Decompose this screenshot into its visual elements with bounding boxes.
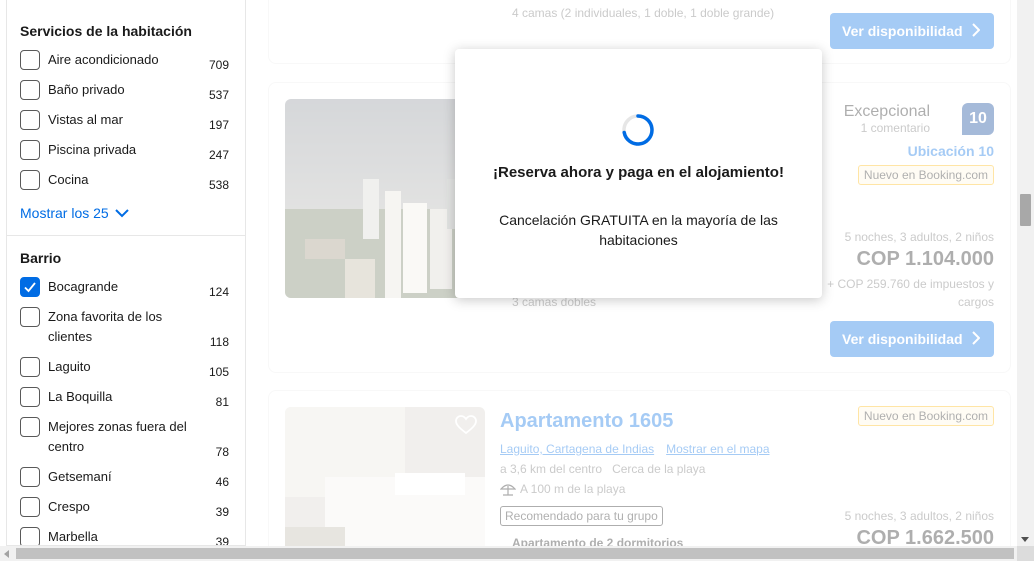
heart-icon[interactable] (455, 415, 477, 435)
filter-option-marbella[interactable]: Marbella 39 (20, 527, 231, 546)
filter-option-count: 197 (208, 118, 229, 132)
new-on-booking-badge: Nuevo en Booking.com (857, 406, 994, 426)
filters-sidebar: Servicios de la habitación Aire acondici… (6, 0, 246, 546)
filter-option-private-bathroom[interactable]: Baño privado 537 (20, 80, 231, 102)
filter-option-private-pool[interactable]: Piscina privada 247 (20, 140, 231, 162)
filter-option-label: Bocagrande (48, 279, 119, 294)
filter-option-count: 39 (215, 505, 229, 519)
filter-option-crespo[interactable]: Crespo 39 (20, 497, 231, 519)
button-label: Ver disponibilidad (842, 331, 963, 347)
checkbox-checked[interactable] (20, 277, 40, 297)
filter-option-count: 78 (215, 445, 229, 459)
scrollbar-thumb[interactable] (16, 548, 1014, 559)
filter-option-count: 124 (208, 285, 229, 299)
button-label: Ver disponibilidad (842, 23, 963, 39)
checkbox[interactable] (20, 357, 40, 377)
checkbox[interactable] (20, 497, 40, 517)
checkbox[interactable] (20, 417, 40, 437)
filter-option-best-outside-center[interactable]: Mejores zonas fuera del centro 78 (20, 417, 231, 459)
show-more-label: Mostrar los 25 (20, 205, 109, 221)
stay-details: 5 noches, 3 adultos, 2 niños (844, 230, 994, 244)
loading-dialog: ¡Reserva ahora y paga en el alojamiento!… (455, 49, 822, 298)
filter-option-bocagrande[interactable]: Bocagrande 124 (20, 277, 231, 299)
checkbox[interactable] (20, 50, 40, 70)
filter-option-kitchen[interactable]: Cocina 538 (20, 170, 231, 192)
filter-group-title: Servicios de la habitación (20, 23, 192, 39)
filter-option-count: 81 (215, 395, 229, 409)
checkbox[interactable] (20, 80, 40, 100)
filter-option-count: 247 (208, 148, 229, 162)
filter-option-getsemani[interactable]: Getsemaní 46 (20, 467, 231, 489)
scroll-down-arrow-icon[interactable] (1021, 537, 1029, 542)
review-score-badge[interactable]: 10 (962, 103, 994, 135)
checkbox[interactable] (20, 170, 40, 190)
filter-option-label: Piscina privada (48, 142, 137, 157)
filter-option-count: 46 (215, 475, 229, 489)
filter-option-count: 709 (208, 58, 229, 72)
filter-option-count: 538 (208, 178, 229, 192)
property-photo[interactable] (285, 407, 485, 561)
filter-option-label: Marbella (48, 529, 98, 544)
new-on-booking-badge: Nuevo en Booking.com (857, 165, 994, 185)
scrollbar-thumb[interactable] (1020, 194, 1031, 226)
recommended-badge: Recomendado para tu grupo (500, 506, 663, 526)
property-name[interactable]: Apartamento 1605 (500, 410, 673, 433)
filter-option-label: Crespo (48, 499, 90, 514)
distance-from-center: a 3,6 km del centro (500, 462, 603, 476)
chevron-right-icon (972, 23, 980, 37)
location-score: Ubicación 10 (907, 143, 994, 159)
dialog-subtitle: Cancelación GRATUITA en la mayoría de la… (499, 212, 778, 248)
checkbox[interactable] (20, 387, 40, 407)
bed-info: 4 camas (2 individuales, 1 doble, 1 dobl… (512, 6, 775, 20)
filter-option-label: Baño privado (48, 82, 125, 97)
property-card: Apartamento 1605 Laguito, Cartagena de I… (268, 390, 1011, 561)
rating-word: Excepcional (843, 103, 930, 120)
filter-option-count: 105 (208, 365, 229, 379)
filter-option-label: Zona favorita de los clientes (48, 309, 163, 344)
filter-option-count: 39 (215, 535, 229, 546)
divider (7, 235, 245, 236)
filter-group-title: Barrio (20, 250, 62, 266)
checkbox[interactable] (20, 140, 40, 160)
scroll-left-arrow-icon[interactable] (4, 550, 9, 558)
checkbox[interactable] (20, 467, 40, 487)
beach-umbrella-icon (500, 484, 516, 496)
stay-details: 5 noches, 3 adultos, 2 niños (844, 509, 994, 523)
filter-option-label: Mejores zonas fuera del centro (48, 419, 187, 454)
review-count: 1 comentario (860, 121, 930, 135)
filter-option-label: Getsemaní (48, 469, 112, 484)
chevron-down-icon (114, 208, 129, 217)
filter-option-label: Aire acondicionado (48, 52, 159, 67)
show-more-button[interactable]: Mostrar los 25 (20, 205, 129, 221)
chevron-right-icon (972, 331, 980, 345)
beach-distance: A 100 m de la playa (520, 482, 626, 496)
filter-option-guest-favorite[interactable]: Zona favorita de los clientes 118 (20, 307, 231, 349)
taxes-info: + COP 259.760 de impuestos y cargos (827, 277, 994, 309)
show-on-map-link[interactable]: Mostrar en el mapa (666, 442, 769, 456)
filter-option-sea-view[interactable]: Vistas al mar 197 (20, 110, 231, 132)
loading-spinner-icon (622, 114, 654, 146)
see-availability-button[interactable]: Ver disponibilidad (830, 13, 994, 49)
filter-option-label: Cocina (48, 172, 89, 187)
checkbox[interactable] (20, 527, 40, 545)
vertical-scrollbar[interactable] (1017, 0, 1034, 546)
filter-option-label: Vistas al mar (48, 112, 123, 127)
horizontal-scrollbar[interactable] (0, 546, 1034, 561)
filter-option-label: La Boquilla (48, 389, 113, 404)
filter-option-label: Laguito (48, 359, 91, 374)
checkmark-icon (24, 282, 36, 293)
checkbox[interactable] (20, 110, 40, 130)
beach-proximity: Cerca de la playa (612, 462, 706, 476)
filter-option-laguito[interactable]: Laguito 105 (20, 357, 231, 379)
filter-option-air-conditioning[interactable]: Aire acondicionado 709 (20, 50, 231, 72)
checkbox[interactable] (20, 307, 40, 327)
location-link[interactable]: Laguito, Cartagena de Indias (500, 442, 654, 456)
filter-option-la-boquilla[interactable]: La Boquilla 81 (20, 387, 231, 409)
filter-option-count: 537 (208, 88, 229, 102)
scrollbar-corner (1017, 546, 1034, 561)
dialog-title: ¡Reserva ahora y paga en el alojamiento! (493, 164, 784, 181)
filter-option-count: 118 (209, 335, 229, 349)
see-availability-button[interactable]: Ver disponibilidad (830, 321, 994, 357)
price: COP 1.104.000 (856, 248, 994, 270)
